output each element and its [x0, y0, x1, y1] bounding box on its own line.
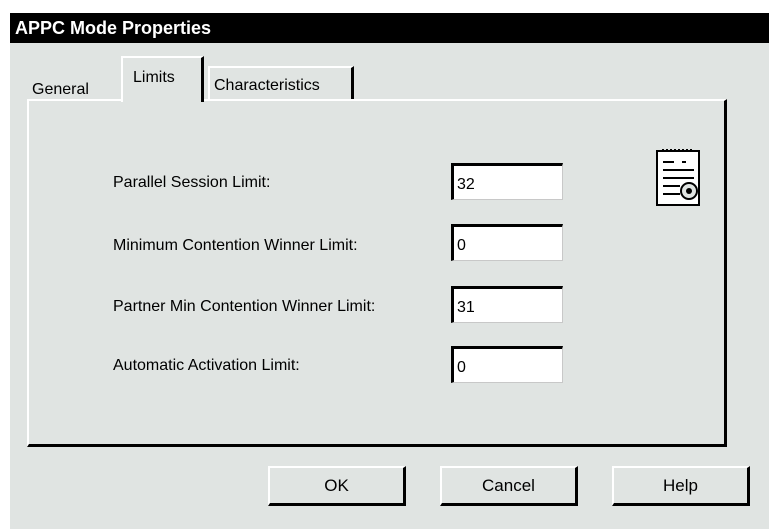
ok-button[interactable]: OK — [268, 466, 406, 506]
parallel-session-limit-field[interactable] — [451, 163, 563, 200]
automatic-activation-limit-field[interactable] — [451, 346, 563, 383]
tab-limits[interactable]: Limits — [121, 56, 204, 102]
cancel-button[interactable]: Cancel — [440, 466, 578, 506]
title-bar[interactable]: APPC Mode Properties — [10, 13, 769, 43]
min-contention-winner-limit-label: Minimum Contention Winner Limit: — [113, 237, 358, 254]
parallel-session-limit-label: Parallel Session Limit: — [113, 174, 271, 191]
partner-min-contention-winner-limit-label: Partner Min Contention Winner Limit: — [113, 298, 376, 315]
properties-document-icon — [656, 149, 700, 206]
tab-panel-limits — [27, 99, 727, 447]
tab-characteristics[interactable]: Characteristics — [208, 66, 354, 99]
automatic-activation-limit-label: Automatic Activation Limit: — [113, 357, 300, 374]
partner-min-contention-winner-limit-field[interactable] — [451, 286, 563, 323]
help-button[interactable]: Help — [612, 466, 750, 506]
min-contention-winner-limit-field[interactable] — [451, 224, 563, 261]
